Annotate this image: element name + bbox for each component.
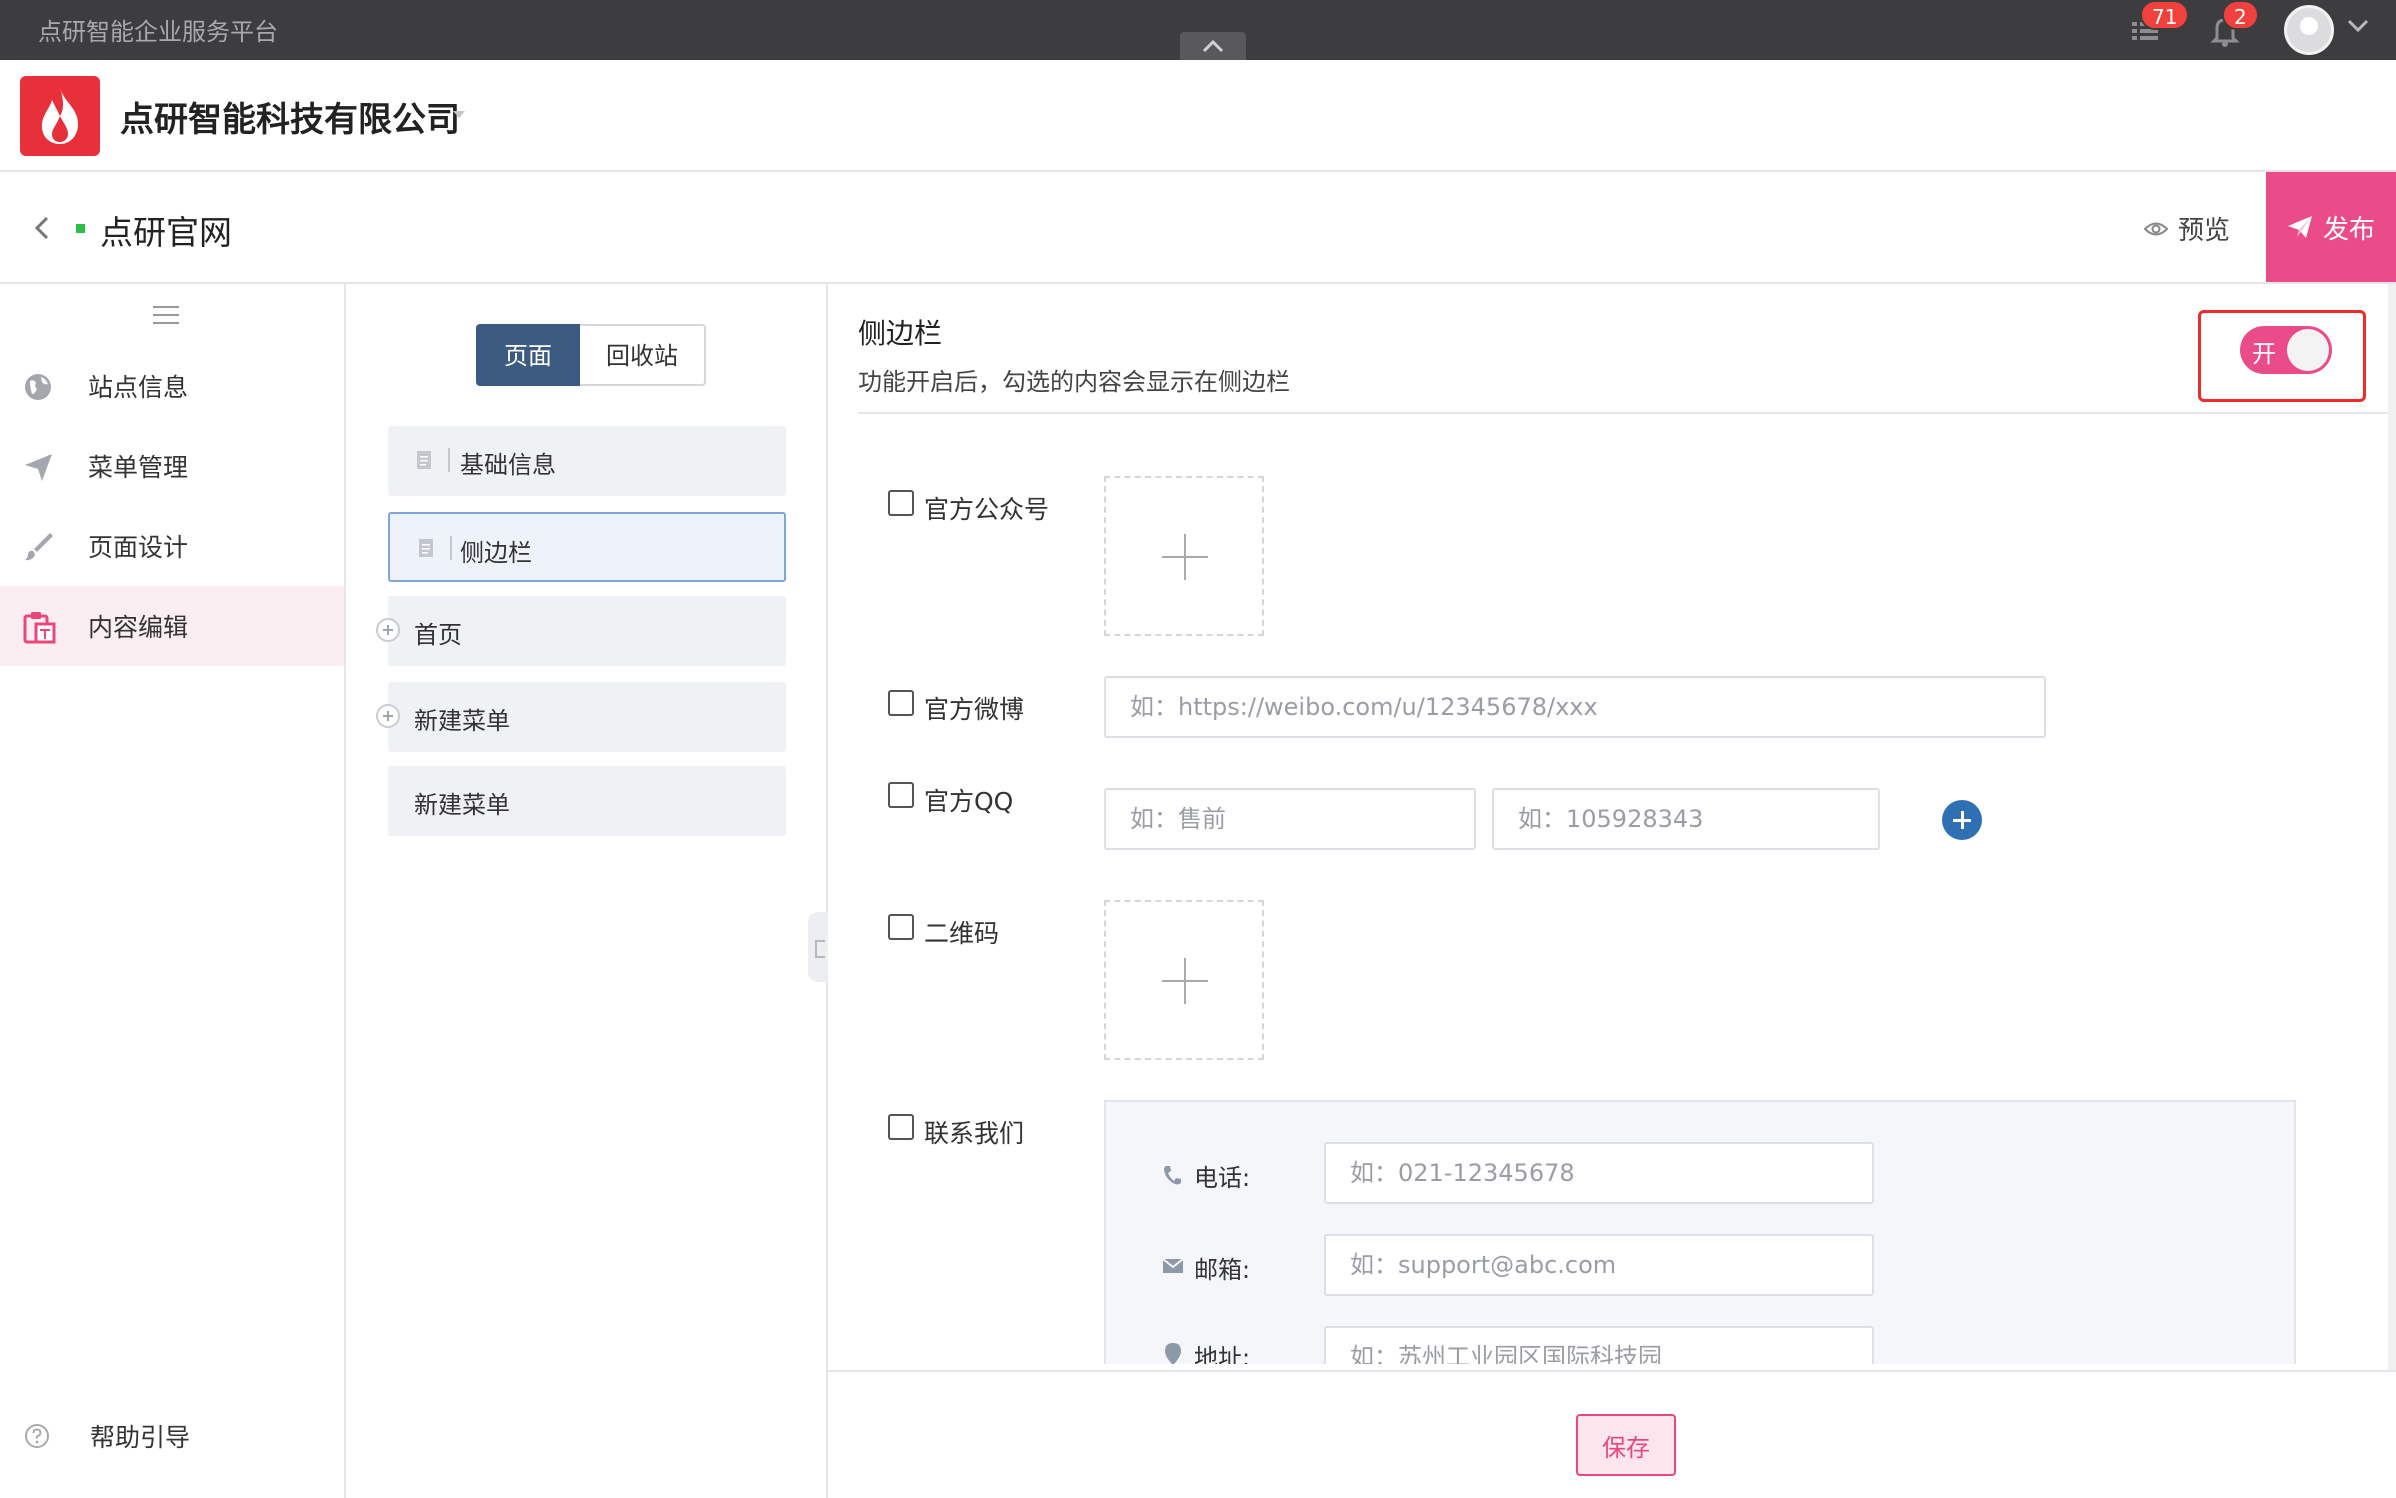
- expand-plus-icon[interactable]: [376, 618, 400, 642]
- contact-details-box: 电话: 邮箱: 地址:: [1104, 1100, 2296, 1364]
- qrcode-upload[interactable]: [1104, 900, 1264, 1060]
- address-input[interactable]: [1324, 1326, 1874, 1364]
- company-name: 点研智能科技有限公司: [120, 100, 460, 140]
- platform-name: 点研智能企业服务平台: [38, 18, 278, 46]
- expand-plus-icon[interactable]: [376, 704, 400, 728]
- weibo-label: 官方微博: [924, 695, 1025, 724]
- wechat-checkbox[interactable]: [888, 490, 914, 516]
- preview-label: 预览: [2178, 216, 2231, 246]
- publish-button[interactable]: 发布: [2266, 172, 2396, 282]
- avatar[interactable]: [2284, 5, 2334, 55]
- phone-input[interactable]: [1324, 1142, 1874, 1204]
- weibo-url-input[interactable]: [1104, 676, 2046, 738]
- page-item-label: 基础信息: [460, 451, 556, 479]
- back-arrow-icon[interactable]: [30, 212, 54, 244]
- nav-label: 站点信息: [88, 373, 189, 402]
- status-dot: [76, 224, 85, 233]
- send-icon: [25, 454, 52, 481]
- footer-bar: 保存: [828, 1370, 2396, 1498]
- phone-icon: [1164, 1166, 1181, 1185]
- left-sidebar: 站点信息 菜单管理 页面设计 内容编辑 帮助引导: [0, 284, 346, 1498]
- qq-label: 官方QQ: [924, 787, 1014, 816]
- toggle-knob: [2287, 329, 2329, 371]
- preview-button[interactable]: 预览: [2144, 210, 2230, 247]
- qq-checkbox[interactable]: [888, 782, 914, 808]
- weibo-checkbox[interactable]: [888, 690, 914, 716]
- collapse-header-button[interactable]: [1180, 32, 1246, 60]
- paper-plane-icon: [2287, 216, 2312, 238]
- page-item-new-menu[interactable]: 新建菜单: [388, 766, 786, 836]
- scrollbar[interactable]: [2388, 284, 2396, 1370]
- page-item-label: 新建菜单: [414, 791, 510, 819]
- contact-checkbox[interactable]: [888, 1114, 914, 1140]
- help-guide-link[interactable]: 帮助引导: [24, 1418, 190, 1454]
- qq-number-input[interactable]: [1492, 788, 1880, 850]
- flame-icon: [41, 88, 78, 144]
- toggle-label: 开: [2252, 340, 2276, 368]
- page-item-label: 侧边栏: [460, 539, 532, 567]
- tab-recycle-bin[interactable]: 回收站: [580, 324, 706, 386]
- email-label: 邮箱:: [1194, 1256, 1251, 1284]
- sidebar-enable-toggle[interactable]: 开: [2240, 326, 2332, 374]
- divider: [448, 448, 450, 472]
- page-item-label: 首页: [414, 621, 462, 649]
- document-icon: [417, 451, 431, 469]
- divider: [858, 412, 2392, 414]
- notifications-badge: 2: [2222, 0, 2259, 30]
- company-logo: [20, 76, 100, 156]
- phone-label: 电话:: [1194, 1164, 1251, 1192]
- menu-toggle-icon[interactable]: [152, 304, 180, 326]
- contact-label: 联系我们: [924, 1119, 1025, 1148]
- nav-label: 内容编辑: [88, 613, 189, 642]
- qrcode-label: 二维码: [924, 919, 1000, 948]
- qq-name-input[interactable]: [1104, 788, 1476, 850]
- page-item-basic-info[interactable]: 基础信息: [388, 426, 786, 496]
- add-qq-button[interactable]: [1942, 800, 1982, 840]
- caret-down-icon[interactable]: [452, 110, 466, 120]
- nav-item-site-info[interactable]: 站点信息: [0, 346, 344, 426]
- nav-label: 页面设计: [88, 533, 189, 562]
- nav-label: 菜单管理: [88, 453, 189, 482]
- panel-collapse-handle[interactable]: [808, 912, 828, 982]
- publish-label: 发布: [2322, 214, 2375, 245]
- save-button[interactable]: 保存: [1576, 1414, 1676, 1476]
- wechat-label: 官方公众号: [924, 495, 1050, 524]
- section-title: 侧边栏: [858, 317, 943, 350]
- page-title: 点研官网: [100, 213, 232, 252]
- tasks-badge: 71: [2140, 0, 2190, 30]
- tab-pages[interactable]: 页面: [476, 324, 580, 386]
- divider: [450, 536, 452, 560]
- chevron-down-icon[interactable]: [2346, 18, 2370, 34]
- nav-item-menu-management[interactable]: 菜单管理: [0, 426, 344, 506]
- page-title-bar: 点研官网 预览 发布: [0, 172, 2396, 284]
- address-label: 地址:: [1194, 1344, 1251, 1364]
- wechat-qrcode-upload[interactable]: [1104, 476, 1264, 636]
- nav-item-page-design[interactable]: 页面设计: [0, 506, 344, 586]
- page-item-new-menu[interactable]: 新建菜单: [376, 682, 786, 752]
- section-description: 功能开启后，勾选的内容会显示在侧边栏: [858, 368, 1290, 396]
- qrcode-checkbox[interactable]: [888, 914, 914, 940]
- location-icon: [1165, 1343, 1181, 1364]
- page-item-home[interactable]: 首页: [376, 596, 786, 666]
- sidebar-settings-panel: 侧边栏 功能开启后，勾选的内容会显示在侧边栏 开 官方公众号 官方微博 官方QQ…: [828, 284, 2396, 1498]
- pages-tab-switch: 页面 回收站: [476, 324, 706, 386]
- page-item-label: 新建菜单: [414, 707, 510, 735]
- document-icon: [419, 539, 433, 557]
- system-bar: 点研智能企业服务平台 71 2: [0, 0, 2396, 60]
- brush-icon: [25, 533, 53, 561]
- page-item-sidebar[interactable]: 侧边栏: [388, 512, 786, 582]
- nav-item-content-edit[interactable]: 内容编辑: [0, 586, 344, 666]
- globe-icon: [25, 374, 51, 400]
- clipboard-icon: [23, 612, 56, 644]
- chevron-up-icon: [1202, 39, 1224, 53]
- company-header: 点研智能科技有限公司: [0, 60, 2396, 172]
- help-circle-icon: [25, 1424, 49, 1448]
- help-label: 帮助引导: [90, 1423, 191, 1452]
- pages-panel: 页面 回收站 基础信息 侧边栏 首页 新建菜单 新建菜单: [346, 284, 828, 1498]
- email-icon: [1162, 1258, 1184, 1273]
- eye-icon: [2144, 222, 2168, 235]
- email-input[interactable]: [1324, 1234, 1874, 1296]
